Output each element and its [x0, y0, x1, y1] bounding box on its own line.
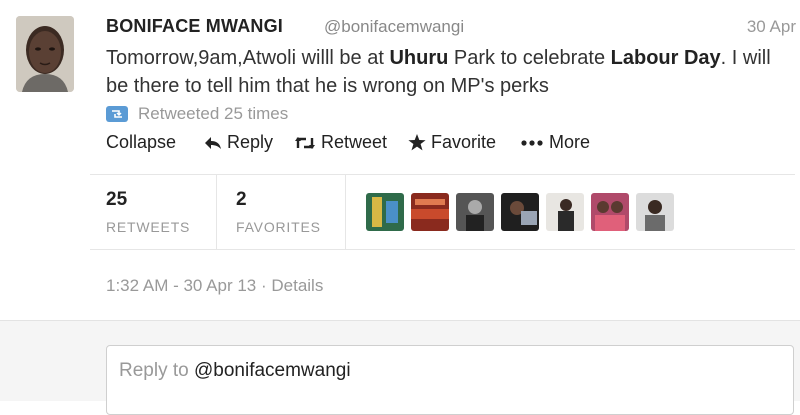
- favoriter-avatar[interactable]: [636, 193, 674, 231]
- favoriter-avatar[interactable]: [546, 193, 584, 231]
- tweet-text-part: Tomorrow,9am,Atwoli willl be at: [106, 47, 390, 69]
- reply-button[interactable]: Reply: [204, 132, 273, 153]
- favorite-label: Favorite: [431, 132, 497, 152]
- reply-mention: @bonifacemwangi: [193, 360, 351, 381]
- reply-section: Reply to @bonifacemwangi: [0, 320, 800, 415]
- tweet-timestamp[interactable]: 1:32 AM - 30 Apr 13: [106, 276, 256, 295]
- author-fullname[interactable]: BONIFACE MWANGI: [106, 16, 283, 37]
- retweeted-count-text[interactable]: Retweeted 25 times: [138, 104, 288, 124]
- favorites-stat[interactable]: 2 FAVORITES: [236, 189, 321, 235]
- favoriter-avatar[interactable]: [456, 193, 494, 231]
- tweet-meta: 1:32 AM - 30 Apr 13 · Details: [106, 276, 323, 296]
- retweet-badge-icon: [106, 106, 128, 122]
- favoriter-avatar[interactable]: [591, 193, 629, 231]
- retweeted-indicator: Retweeted 25 times: [106, 104, 288, 124]
- favoriter-avatar[interactable]: [411, 193, 449, 231]
- favoriter-avatar[interactable]: [366, 193, 404, 231]
- stats-divider: [216, 175, 217, 249]
- meta-separator: ·: [256, 276, 272, 295]
- reply-input[interactable]: Reply to @bonifacemwangi: [106, 345, 794, 415]
- reply-label: Reply: [227, 132, 274, 152]
- tweet-card: BONIFACE MWANGI @bonifacemwangi 30 Apr T…: [0, 0, 800, 320]
- collapse-label: Collapse: [106, 132, 177, 152]
- author-username[interactable]: @bonifacemwangi: [324, 17, 464, 37]
- favorite-button[interactable]: Favorite: [408, 132, 496, 153]
- more-dots-icon: [520, 139, 544, 147]
- retweets-label: RETWEETS: [106, 219, 191, 235]
- tweet-stats: 25 RETWEETS 2 FAVORITES: [90, 174, 795, 250]
- favoriter-avatar[interactable]: [501, 193, 539, 231]
- tweet-text-bold-uhuru: Uhuru: [389, 47, 449, 69]
- details-link[interactable]: Details: [271, 276, 323, 295]
- favorites-count: 2: [236, 189, 247, 210]
- reply-placeholder: Reply to: [119, 360, 194, 381]
- tweet-text: Tomorrow,9am,Atwoli willl be at Uhuru Pa…: [106, 44, 786, 100]
- tweet-header: BONIFACE MWANGI @bonifacemwangi 30 Apr: [106, 16, 800, 42]
- tweet-date[interactable]: 30 Apr: [747, 17, 796, 37]
- retweet-label: Retweet: [321, 132, 388, 152]
- tweet-text-bold-labour-day: Labour Day: [610, 47, 721, 69]
- star-icon: [408, 134, 426, 151]
- retweets-stat[interactable]: 25 RETWEETS: [106, 189, 190, 235]
- more-label: More: [549, 132, 591, 152]
- more-button[interactable]: More: [520, 132, 590, 153]
- retweet-arrows-icon: [294, 136, 316, 150]
- retweet-button[interactable]: Retweet: [294, 132, 387, 153]
- retweets-count: 25: [106, 189, 128, 210]
- reply-arrow-icon: [204, 136, 222, 150]
- tweet-text-part: Park to celebrate: [448, 47, 611, 69]
- person-avatar-icon: [16, 16, 74, 92]
- favorites-label: FAVORITES: [236, 219, 321, 235]
- stats-divider: [345, 175, 346, 249]
- author-avatar[interactable]: [16, 16, 74, 92]
- collapse-button[interactable]: Collapse: [106, 132, 176, 153]
